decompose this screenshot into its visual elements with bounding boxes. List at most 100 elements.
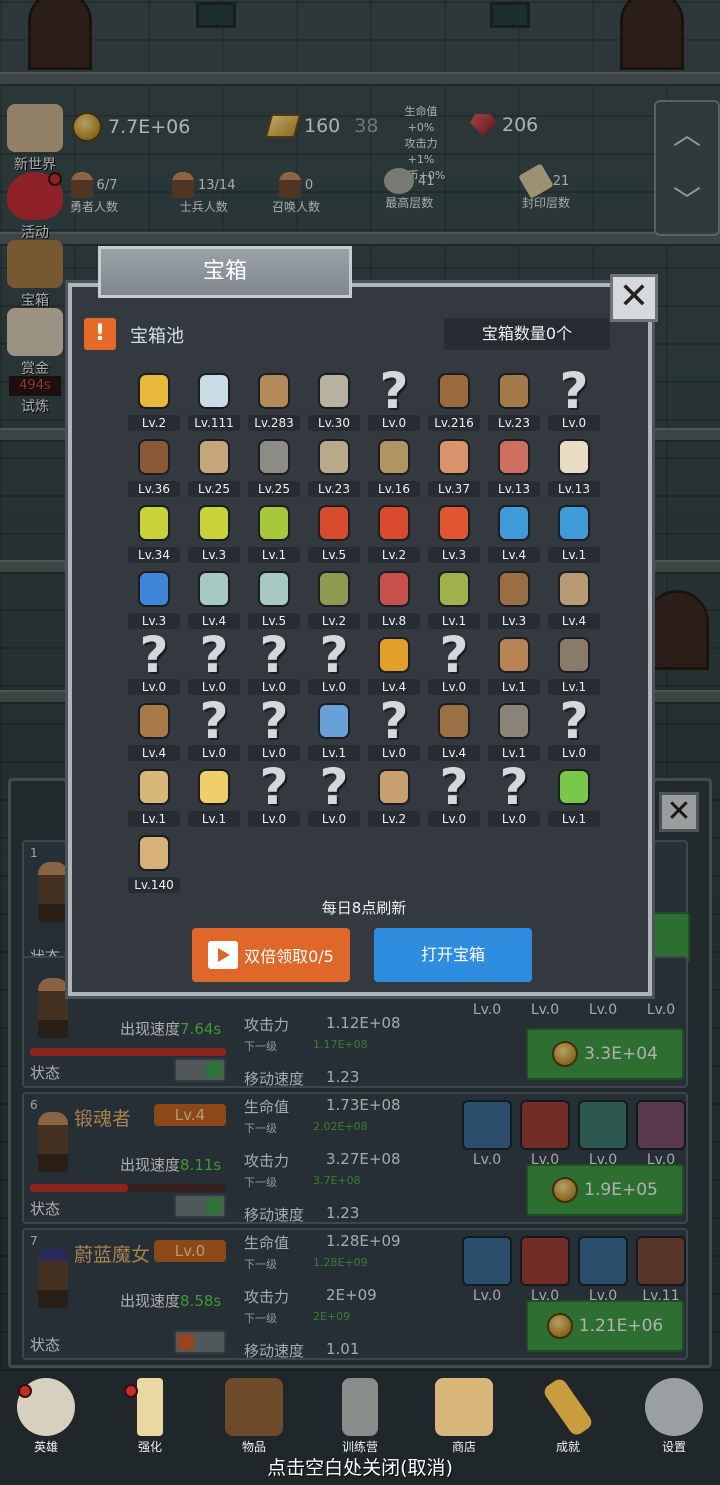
chest-pool-item[interactable]: Lv.34 bbox=[126, 499, 182, 563]
blue-potion-icon bbox=[489, 499, 539, 547]
chest-pool-item[interactable]: Lv.1 bbox=[486, 697, 542, 761]
rice-bowl-icon bbox=[549, 433, 599, 481]
nav-heroes[interactable]: 英雄 bbox=[6, 1378, 86, 1455]
yellow-potion-icon bbox=[129, 499, 179, 547]
chest-pool-item[interactable]: Lv.5 bbox=[246, 565, 302, 629]
chest-pool-item[interactable]: Lv.37 bbox=[426, 433, 482, 497]
chest-pool-item[interactable]: Lv.13 bbox=[486, 433, 542, 497]
pool-label: 宝箱池 bbox=[130, 326, 184, 347]
chest-pool-item[interactable]: Lv.3 bbox=[486, 565, 542, 629]
unknown-icon: ? bbox=[439, 626, 469, 684]
unknown-icon: ? bbox=[439, 758, 469, 816]
close-hint[interactable]: 点击空白处关闭(取消) bbox=[0, 1453, 720, 1480]
chest-pool-item[interactable]: Lv.140 bbox=[126, 829, 182, 893]
red-bottle-icon bbox=[369, 565, 419, 613]
chest-pool-item[interactable]: ? Lv.0 bbox=[246, 696, 302, 761]
nav-items[interactable]: 物品 bbox=[214, 1378, 294, 1455]
chest-pool-item[interactable]: Lv.1 bbox=[186, 763, 242, 827]
chest-pool-item[interactable]: Lv.2 bbox=[366, 499, 422, 563]
chest-pool-item[interactable]: Lv.25 bbox=[246, 433, 302, 497]
chest-pool-item[interactable]: Lv.1 bbox=[306, 697, 362, 761]
modal-close-button[interactable]: ✕ bbox=[610, 274, 658, 322]
green-potion-icon bbox=[249, 499, 299, 547]
lantern-icon bbox=[342, 1378, 378, 1436]
hammer-icon bbox=[309, 433, 359, 481]
chest-pool-item[interactable]: ? Lv.0 bbox=[546, 696, 602, 761]
blue-staff-icon bbox=[309, 697, 359, 745]
chest-pool-item[interactable]: Lv.4 bbox=[486, 499, 542, 563]
chest-pool-item[interactable]: ? Lv.0 bbox=[306, 630, 362, 695]
chest-pool-item[interactable]: ? Lv.0 bbox=[246, 626, 302, 695]
empty-vial-icon bbox=[249, 565, 299, 613]
chest-count: 宝箱数量0个 bbox=[444, 318, 610, 350]
chest-pool-item[interactable]: Lv.13 bbox=[546, 433, 602, 497]
chest-pool-item[interactable]: Lv.1 bbox=[426, 565, 482, 629]
red-round-potion-icon bbox=[429, 499, 479, 547]
chest-pool-item[interactable]: Lv.3 bbox=[426, 499, 482, 563]
knight-helmet-icon bbox=[369, 433, 419, 481]
chest-pool-item[interactable]: Lv.3 bbox=[186, 499, 242, 563]
chest-pool-item[interactable]: Lv.36 bbox=[126, 433, 182, 497]
chest-pool-item[interactable]: Lv.1 bbox=[486, 631, 542, 695]
chest-pool-item[interactable]: Lv.30 bbox=[306, 367, 362, 431]
video-icon bbox=[208, 941, 239, 969]
chest-pool-item[interactable]: Lv.23 bbox=[306, 433, 362, 497]
notification-dot bbox=[124, 1384, 138, 1398]
nav-achievements[interactable]: 成就 bbox=[528, 1376, 608, 1455]
chest-pool-item[interactable]: ? Lv.0 bbox=[426, 626, 482, 695]
chest-pool-item[interactable]: Lv.4 bbox=[186, 565, 242, 629]
diamond-icon bbox=[189, 367, 239, 415]
chest-pool-item[interactable]: Lv.1 bbox=[546, 631, 602, 695]
spiked-club-icon bbox=[129, 763, 179, 811]
chest-pool-item[interactable]: ? Lv.0 bbox=[246, 758, 302, 827]
unknown-icon: ? bbox=[139, 626, 169, 684]
unknown-icon: ? bbox=[379, 362, 409, 420]
chest-pool-item[interactable]: Lv.8 bbox=[366, 565, 422, 629]
nav-shop[interactable]: 商店 bbox=[424, 1378, 504, 1455]
chest-pool-item[interactable]: Lv.2 bbox=[366, 763, 422, 827]
chest-pool-item[interactable]: Lv.1 bbox=[126, 763, 182, 827]
chest-pool-item[interactable]: Lv.3 bbox=[126, 565, 182, 629]
chest-pool-item[interactable]: Lv.16 bbox=[366, 433, 422, 497]
chest-pool-item[interactable]: ? Lv.0 bbox=[546, 366, 602, 431]
chest-pool-item[interactable]: ? Lv.0 bbox=[186, 630, 242, 695]
wooden-sword-icon bbox=[249, 367, 299, 415]
refresh-note: 每日8点刷新 bbox=[321, 899, 407, 917]
nav-training[interactable]: 训练营 bbox=[320, 1378, 400, 1455]
chest-pool-item[interactable]: Lv.1 bbox=[546, 499, 602, 563]
chest-pool-item[interactable]: Lv.4 bbox=[546, 565, 602, 629]
chest-pool-item[interactable]: Lv.1 bbox=[546, 763, 602, 827]
nav-settings[interactable]: 设置 bbox=[634, 1378, 714, 1455]
chest-pool-item[interactable]: ? Lv.0 bbox=[426, 758, 482, 827]
chest-pool-item[interactable]: Lv.5 bbox=[306, 499, 362, 563]
chest-pool-item[interactable]: Lv.25 bbox=[186, 433, 242, 497]
chest-pool-item[interactable]: Lv.2 bbox=[126, 367, 182, 431]
unknown-icon: ? bbox=[259, 626, 289, 684]
chest-pool-item[interactable]: Lv.2 bbox=[306, 565, 362, 629]
nav-enhance[interactable]: 强化 bbox=[110, 1378, 190, 1455]
book-icon bbox=[225, 1378, 283, 1436]
backpack-icon bbox=[489, 367, 539, 415]
beer-mug-icon bbox=[435, 1378, 493, 1436]
chest-pool-item[interactable]: Lv.4 bbox=[126, 697, 182, 761]
chest-pool-item[interactable]: Lv.1 bbox=[246, 499, 302, 563]
chest-pool-item[interactable]: ? Lv.0 bbox=[186, 696, 242, 761]
chest-pool-item[interactable]: ? Lv.0 bbox=[306, 762, 362, 827]
chest-pool-item[interactable]: Lv.283 bbox=[246, 367, 302, 431]
chest-pool-item[interactable]: ? Lv.0 bbox=[486, 762, 542, 827]
olive-bottle-icon bbox=[309, 565, 359, 613]
chest-pool-item[interactable]: Lv.4 bbox=[366, 631, 422, 695]
chest-pool-item[interactable]: ? Lv.0 bbox=[366, 362, 422, 431]
double-claim-button[interactable]: 双倍领取0/5 bbox=[192, 928, 350, 982]
chest-pool-item[interactable]: ? Lv.0 bbox=[366, 696, 422, 761]
chest-pool-item[interactable]: Lv.4 bbox=[426, 697, 482, 761]
chest-pool-item[interactable]: ? Lv.0 bbox=[126, 626, 182, 695]
pickaxe-icon bbox=[549, 631, 599, 679]
unknown-icon: ? bbox=[259, 758, 289, 816]
red-potion-icon bbox=[309, 499, 359, 547]
chest-pool-item[interactable]: Lv.23 bbox=[486, 367, 542, 431]
chest-pool-item[interactable]: Lv.111 bbox=[186, 367, 242, 431]
chest-pool-item[interactable]: Lv.216 bbox=[426, 367, 482, 431]
open-chest-button[interactable]: 打开宝箱 bbox=[374, 928, 532, 982]
red-flask-icon bbox=[369, 499, 419, 547]
